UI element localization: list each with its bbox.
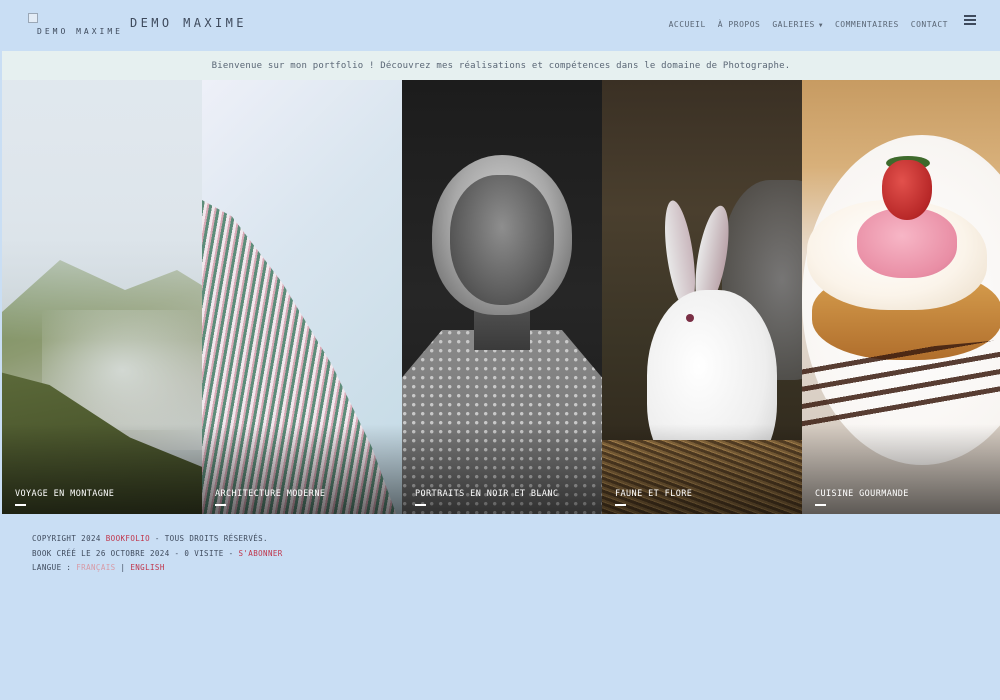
gallery-tile-label: CUISINE GOURMANDE [815,489,909,499]
site-footer: COPYRIGHT 2024 BOOKFOLIO - TOUS DROITS R… [32,532,283,576]
gallery-tile-label: FAUNE ET FLORE [615,489,693,499]
nav-contact[interactable]: CONTACT [911,20,948,29]
caret-down-icon: ▼ [818,22,823,29]
welcome-banner: Bienvenue sur mon portfolio ! Découvrez … [2,51,1000,80]
gallery-tile-label: PORTRAITS EN NOIR ET BLANC [415,489,559,499]
nav-galeries-label: GALERIES [772,20,815,29]
footer-language: LANGUE : FRANÇAIS | ENGLISH [32,561,283,576]
language-label: LANGUE : [32,563,72,572]
broken-image-icon [28,13,38,23]
welcome-text: Bienvenue sur mon portfolio ! Découvrez … [211,60,791,71]
created-text: BOOK CRÉÉ LE 26 OCTOBRE 2024 - 0 VISITE … [32,548,234,558]
gallery-tile-mountain[interactable]: VOYAGE EN MONTAGNE [2,80,202,514]
tile-dash [415,504,426,506]
site-logo[interactable]: DEMO MAXIME [28,13,124,39]
lang-fr-link[interactable]: FRANÇAIS [76,563,115,572]
gallery-strip: VOYAGE EN MONTAGNE ARCHITECTURE MODERNE … [2,80,1000,514]
subscribe-link[interactable]: S'ABONNER [238,549,282,558]
site-name[interactable]: DEMO MAXIME [130,16,247,30]
rights-text: - TOUS DROITS RÉSERVÉS. [154,534,268,543]
footer-copyright: COPYRIGHT 2024 BOOKFOLIO - TOUS DROITS R… [32,532,283,547]
lang-en-link[interactable]: ENGLISH [130,563,164,572]
tile-dash [15,504,26,506]
logo-alt-text: DEMO MAXIME [37,27,123,36]
hamburger-menu-icon[interactable] [964,15,976,25]
footer-created: BOOK CRÉÉ LE 26 OCTOBRE 2024 - 0 VISITE … [32,547,283,562]
main-nav: ACCUEIL À PROPOS GALERIES ▼ COMMENTAIRES … [669,20,948,29]
gallery-tile-portraits[interactable]: PORTRAITS EN NOIR ET BLANC [402,80,602,514]
gallery-tile-architecture[interactable]: ARCHITECTURE MODERNE [202,80,402,514]
gallery-tile-label: VOYAGE EN MONTAGNE [15,489,115,499]
nav-a-propos[interactable]: À PROPOS [718,20,761,29]
tile-dash [815,504,826,506]
gallery-tile-label: ARCHITECTURE MODERNE [215,489,326,499]
site-header: DEMO MAXIME DEMO MAXIME ACCUEIL À PROPOS… [0,0,1000,50]
gallery-tile-cuisine[interactable]: CUISINE GOURMANDE [802,80,1000,514]
tile-dash [615,504,626,506]
nav-accueil[interactable]: ACCUEIL [669,20,706,29]
tile-dash [215,504,226,506]
gallery-tile-wildlife[interactable]: FAUNE ET FLORE [602,80,802,514]
lang-separator: | [120,563,126,572]
bookfolio-link[interactable]: BOOKFOLIO [106,534,150,543]
nav-galeries[interactable]: GALERIES ▼ [772,20,823,29]
copyright-text: COPYRIGHT 2024 [32,534,101,543]
nav-commentaires[interactable]: COMMENTAIRES [835,20,899,29]
